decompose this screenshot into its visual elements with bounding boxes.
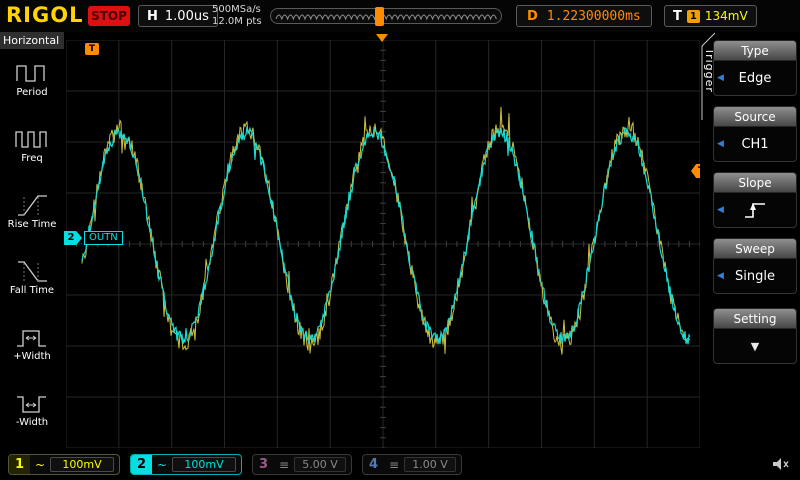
sidebar-item-label: Fall Time bbox=[9, 285, 55, 296]
trigger-readout: T 1 134mV bbox=[664, 5, 757, 27]
memory-depth-value: 12.0M pts bbox=[212, 16, 262, 27]
channel-number: 2 bbox=[131, 455, 152, 474]
fall-time-icon bbox=[18, 261, 47, 282]
trigger-menu: Trigger Type ◀ Edge Source ◀ CH1 Slope ◀ bbox=[700, 32, 800, 480]
trigger-label: T bbox=[673, 8, 682, 24]
sidebar-item-minus-width[interactable]: -Width bbox=[0, 388, 64, 450]
minus-width-icon bbox=[17, 396, 46, 413]
channel-status-bar: 1 ~ 100mV 2 ~ 100mV 3 ≡ 5.00 V 4 ≡ 1.00 bbox=[0, 450, 800, 480]
sample-rate-value: 500MSa/s bbox=[212, 4, 261, 15]
sidebar-item-plus-width[interactable]: +Width bbox=[0, 322, 64, 384]
menu-group-value: Single bbox=[735, 268, 775, 284]
channel-scale: 1.00 V bbox=[404, 457, 456, 472]
trigger-position-clamp-marker[interactable]: T bbox=[85, 43, 99, 55]
trigger-level-value: 134mV bbox=[704, 9, 748, 23]
sidebar-item-freq[interactable]: Freq bbox=[0, 124, 64, 186]
sample-rate-readout: 500MSa/s 12.0M pts bbox=[212, 4, 262, 28]
channel-3-badge[interactable]: 3 ≡ 5.00 V bbox=[252, 454, 352, 475]
coupling-icon: ≡ bbox=[389, 457, 400, 472]
left-arrow-icon: ◀ bbox=[717, 139, 724, 149]
period-icon bbox=[16, 65, 45, 82]
horizontal-menu-title: Horizontal bbox=[0, 32, 64, 49]
graticule-svg bbox=[66, 40, 700, 448]
channel-1-badge[interactable]: 1 ~ 100mV bbox=[8, 454, 120, 475]
channel-number: 4 bbox=[368, 457, 379, 472]
horizontal-position-marker[interactable] bbox=[374, 7, 384, 26]
menu-group-type[interactable]: Type ◀ Edge bbox=[713, 40, 797, 96]
channel-2-badge[interactable]: 2 ~ 100mV bbox=[130, 454, 242, 475]
menu-group-source[interactable]: Source ◀ CH1 bbox=[713, 106, 797, 162]
timebase-readout: H 1.00us bbox=[138, 5, 218, 27]
sidebar-item-label: Period bbox=[16, 87, 48, 98]
timebase-value: 1.00us bbox=[164, 8, 209, 24]
left-arrow-icon: ◀ bbox=[717, 205, 724, 215]
menu-group-label: Setting bbox=[713, 308, 797, 329]
sidebar-item-label: -Width bbox=[15, 417, 49, 428]
horizontal-menu: Horizontal Period Freq Rise Time Fall Ti… bbox=[0, 32, 64, 450]
oscilloscope-screen: RIGOL STOP H 1.00us 500MSa/s 12.0M pts D… bbox=[0, 0, 800, 480]
channel-scale: 5.00 V bbox=[294, 457, 346, 472]
channel-scale: 100mV bbox=[50, 457, 114, 472]
horizontal-position-bar bbox=[270, 7, 502, 26]
coupling-icon: ~ bbox=[35, 457, 46, 472]
channel-4-badge[interactable]: 4 ≡ 1.00 V bbox=[362, 454, 462, 475]
menu-group-label: Slope bbox=[713, 172, 797, 193]
menu-group-label: Type bbox=[713, 40, 797, 61]
sidebar-item-fall-time[interactable]: Fall Time bbox=[0, 256, 64, 318]
channel2-label: OUTN bbox=[84, 231, 123, 245]
delay-value: 1.22300000ms bbox=[546, 8, 641, 24]
coupling-icon: ~ bbox=[157, 457, 168, 472]
freq-icon bbox=[15, 131, 47, 148]
menu-group-slope[interactable]: Slope ◀ bbox=[713, 172, 797, 228]
left-arrow-icon: ◀ bbox=[717, 271, 724, 281]
menu-group-value: Edge bbox=[738, 70, 772, 86]
menu-group-label: Sweep bbox=[713, 238, 797, 259]
rigol-logo: RIGOL bbox=[6, 3, 84, 27]
acquisition-status-badge: STOP bbox=[88, 6, 130, 26]
coupling-icon: ≡ bbox=[279, 457, 290, 472]
sidebar-item-label: Rise Time bbox=[7, 219, 57, 230]
status-bar: RIGOL STOP H 1.00us 500MSa/s 12.0M pts D… bbox=[0, 0, 800, 32]
delay-readout: D 1.22300000ms bbox=[516, 5, 652, 27]
menu-group-value: CH1 bbox=[741, 136, 769, 152]
chevron-down-icon: ▼ bbox=[750, 339, 760, 353]
waveform-display: T T 2 OUTN bbox=[64, 32, 708, 450]
rise-time-icon bbox=[18, 195, 47, 216]
sidebar-item-period[interactable]: Period bbox=[0, 58, 64, 120]
channel-number: 3 bbox=[258, 457, 269, 472]
menu-group-sweep[interactable]: Sweep ◀ Single bbox=[713, 238, 797, 294]
rising-edge-icon bbox=[745, 203, 765, 218]
channel-scale: 100mV bbox=[172, 457, 236, 472]
channel-number: 1 bbox=[9, 455, 30, 474]
speaker-muted-icon bbox=[773, 458, 789, 470]
left-arrow-icon: ◀ bbox=[717, 73, 724, 83]
sidebar-item-label: +Width bbox=[13, 351, 51, 362]
menu-group-label: Source bbox=[713, 106, 797, 127]
menu-group-setting[interactable]: Setting ▼ bbox=[713, 308, 797, 364]
delay-label: D bbox=[527, 8, 538, 24]
horizontal-label: H bbox=[147, 8, 158, 24]
trigger-source-icon: 1 bbox=[686, 9, 700, 23]
plus-width-icon bbox=[17, 330, 46, 347]
sidebar-item-rise-time[interactable]: Rise Time bbox=[0, 190, 64, 252]
trigger-position-marker[interactable] bbox=[376, 34, 388, 42]
posbar-wave-svg bbox=[275, 14, 497, 21]
sidebar-item-label: Freq bbox=[21, 153, 43, 164]
